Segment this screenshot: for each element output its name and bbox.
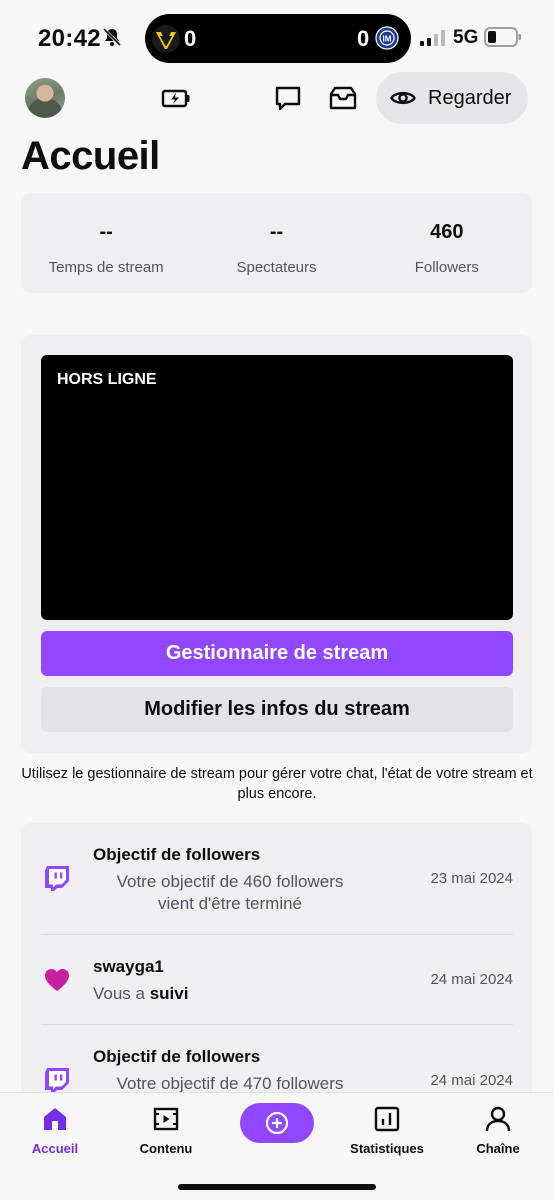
activity-description: Votre objectif de 460 followers vient d'…	[95, 871, 365, 915]
stream-manager-hint: Utilisez le gestionnaire de stream pour …	[21, 766, 533, 802]
stat-value: --	[99, 221, 113, 243]
tab-label: Accueil	[31, 1141, 79, 1156]
stat-value: --	[269, 221, 284, 243]
score-right: 0	[357, 26, 370, 51]
team-crest-icon	[152, 25, 180, 53]
stat-followers: 460 Followers	[362, 193, 532, 293]
divider	[41, 1024, 513, 1025]
activity-description: Vous a suivi	[93, 983, 188, 1005]
divider	[41, 934, 513, 935]
battery-icon	[484, 27, 521, 47]
stat-label: Spectateurs	[236, 259, 317, 276]
home-indicator[interactable]	[178, 1184, 376, 1190]
eye-icon	[390, 91, 416, 105]
bell-muted-icon	[102, 27, 122, 47]
activity-date: 24 mai 2024	[430, 971, 513, 988]
stream-manager-button[interactable]: Gestionnaire de stream	[41, 631, 513, 676]
stream-card: HORS LIGNE Gestionnaire de stream Modifi…	[21, 335, 532, 753]
activity-title: swayga1	[93, 957, 164, 976]
tab-label: Chaîne	[476, 1141, 520, 1156]
edit-stream-info-button[interactable]: Modifier les infos du stream	[41, 687, 513, 732]
activity-line: vient d'être terminé	[157, 894, 303, 913]
tab-home[interactable]: Accueil	[5, 1105, 105, 1156]
offline-label: HORS LIGNE	[57, 371, 157, 388]
page-title: Accueil	[21, 134, 160, 178]
activity-date: 24 mai 2024	[430, 1072, 513, 1089]
stat-viewers: -- Spectateurs	[191, 193, 361, 293]
activity-title: Objectif de followers	[93, 1047, 261, 1066]
tab-channel[interactable]: Chaîne	[448, 1105, 548, 1156]
video-icon	[153, 1107, 179, 1131]
avatar[interactable]	[25, 78, 65, 118]
cellular-signal-icon	[420, 30, 445, 46]
inter-crest-icon: IM	[375, 26, 399, 50]
activity-date: 23 mai 2024	[430, 870, 513, 887]
tab-statistics[interactable]: Statistiques	[337, 1105, 437, 1156]
tab-content[interactable]: Contenu	[116, 1105, 216, 1156]
tab-label: Statistiques	[350, 1141, 424, 1156]
activity-emphasis: suivi	[149, 984, 189, 1003]
battery-bolt-icon[interactable]	[160, 82, 192, 114]
activity-line: Votre objectif de 460 followers	[116, 872, 344, 891]
watch-button[interactable]: Regarder	[376, 72, 528, 124]
activity-feed: Objectif de followers Votre objectif de …	[21, 823, 532, 1113]
list-item[interactable]: swayga1 Vous a suivi 24 mai 2024	[41, 957, 513, 1027]
plus-icon	[265, 1111, 289, 1135]
home-icon	[44, 1108, 66, 1130]
watch-label: Regarder	[428, 86, 512, 109]
activity-text: Vous a	[93, 984, 150, 1003]
clock: 20:42	[38, 25, 101, 52]
inbox-icon[interactable]	[327, 82, 359, 114]
stat-value: 460	[430, 221, 464, 243]
stat-stream-time: -- Temps de stream	[21, 193, 191, 293]
stats-card: -- Temps de stream -- Spectateurs 460 Fo…	[21, 193, 532, 293]
tab-label: Contenu	[139, 1141, 193, 1156]
stat-label: Temps de stream	[48, 259, 164, 276]
twitch-glitch-icon	[45, 866, 69, 891]
heart-icon	[45, 969, 69, 991]
chat-icon[interactable]	[272, 82, 304, 114]
score-left: 0	[184, 26, 197, 51]
person-icon	[485, 1106, 511, 1132]
create-button[interactable]	[240, 1103, 314, 1143]
list-item[interactable]: Objectif de followers Votre objectif de …	[41, 845, 513, 935]
twitch-glitch-icon	[45, 1068, 69, 1093]
stat-label: Followers	[414, 259, 479, 276]
network-type: 5G	[453, 27, 479, 48]
activity-title: Objectif de followers	[93, 845, 261, 864]
svg-text:IM: IM	[383, 35, 392, 44]
bar-chart-icon	[374, 1106, 400, 1132]
stream-preview[interactable]: HORS LIGNE	[41, 355, 513, 620]
status-bar: 20:42 0 0 IM 5G	[0, 0, 554, 76]
